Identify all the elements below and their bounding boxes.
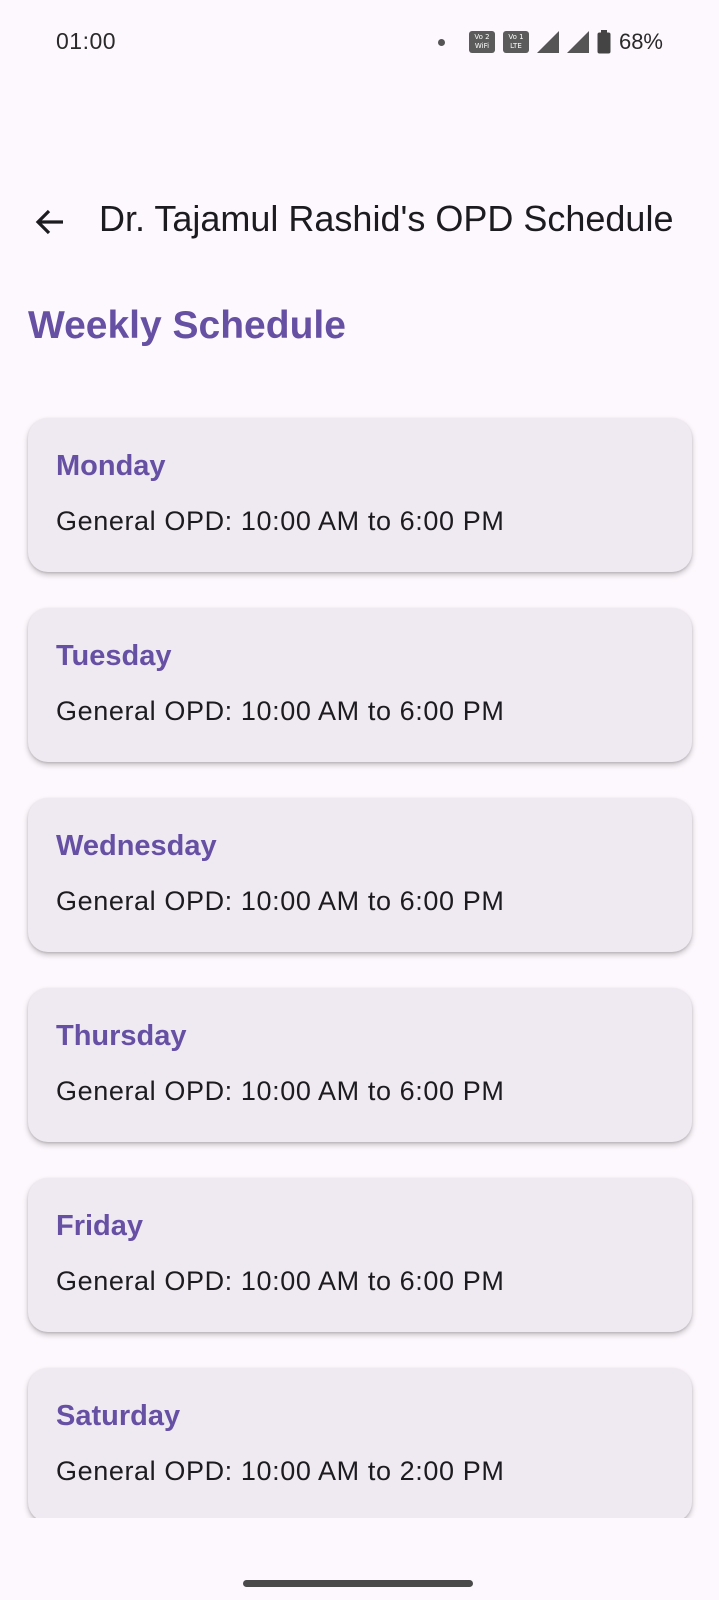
card-day-label: Monday [56, 450, 166, 482]
volte-icon: Vo 1 LTE [502, 31, 529, 53]
card-day-label: Thursday [56, 1020, 187, 1052]
card-day-label: Friday [56, 1210, 144, 1242]
card-day-label: Saturday [56, 1400, 181, 1432]
schedule-card-tuesday: Tuesday General OPD: 10:00 AM to 6:00 PM [28, 608, 692, 762]
schedule-card-thursday: Thursday General OPD: 10:00 AM to 6:00 P… [28, 988, 692, 1142]
schedule-card-monday: Monday General OPD: 10:00 AM to 6:00 PM [28, 418, 692, 572]
vowifi-badge-top: Vo 2 [474, 33, 490, 41]
signal-sim1-icon [536, 31, 559, 53]
signal-sim2-icon [566, 31, 589, 53]
card-hours-text: General OPD: 10:00 AM to 6:00 PM [56, 1076, 505, 1106]
status-bar: 01:00 Vo 2 WiFi Vo 1 LTE 68% [0, 0, 719, 84]
status-time: 01:00 [56, 28, 117, 54]
navigation-bar [0, 1518, 719, 1600]
vowifi-icon: Vo 2 WiFi [468, 31, 495, 53]
page-title: Dr. Tajamul Rashid's OPD Schedule [99, 198, 674, 239]
card-hours-text: General OPD: 10:00 AM to 6:00 PM [56, 696, 505, 726]
schedule-card-saturday: Saturday General OPD: 10:00 AM to 2:00 P… [28, 1368, 692, 1522]
battery-icon [597, 30, 611, 54]
back-button[interactable] [22, 194, 78, 250]
arrow-back-icon [35, 209, 63, 235]
card-hours-text: General OPD: 10:00 AM to 2:00 PM [56, 1456, 505, 1486]
home-gesture-handle[interactable] [243, 1580, 473, 1587]
schedule-card-friday: Friday General OPD: 10:00 AM to 6:00 PM [28, 1178, 692, 1332]
volte-badge-bottom: LTE [510, 42, 522, 50]
app-bar: Dr. Tajamul Rashid's OPD Schedule [0, 180, 719, 264]
card-day-label: Tuesday [56, 640, 172, 672]
schedule-card-wednesday: Wednesday General OPD: 10:00 AM to 6:00 … [28, 798, 692, 952]
status-icons: Vo 2 WiFi Vo 1 LTE 68% [437, 28, 663, 56]
battery-percent: 68% [618, 29, 663, 54]
card-hours-text: General OPD: 10:00 AM to 6:00 PM [56, 886, 505, 916]
notification-dot-icon [437, 38, 445, 46]
section-title: Weekly Schedule [28, 304, 346, 347]
card-day-label: Wednesday [56, 830, 217, 862]
volte-badge-top: Vo 1 [508, 33, 524, 41]
card-hours-text: General OPD: 10:00 AM to 6:00 PM [56, 506, 505, 536]
schedule-list: Monday General OPD: 10:00 AM to 6:00 PM … [28, 418, 692, 1558]
card-hours-text: General OPD: 10:00 AM to 6:00 PM [56, 1266, 505, 1296]
vowifi-badge-bottom: WiFi [474, 42, 490, 50]
